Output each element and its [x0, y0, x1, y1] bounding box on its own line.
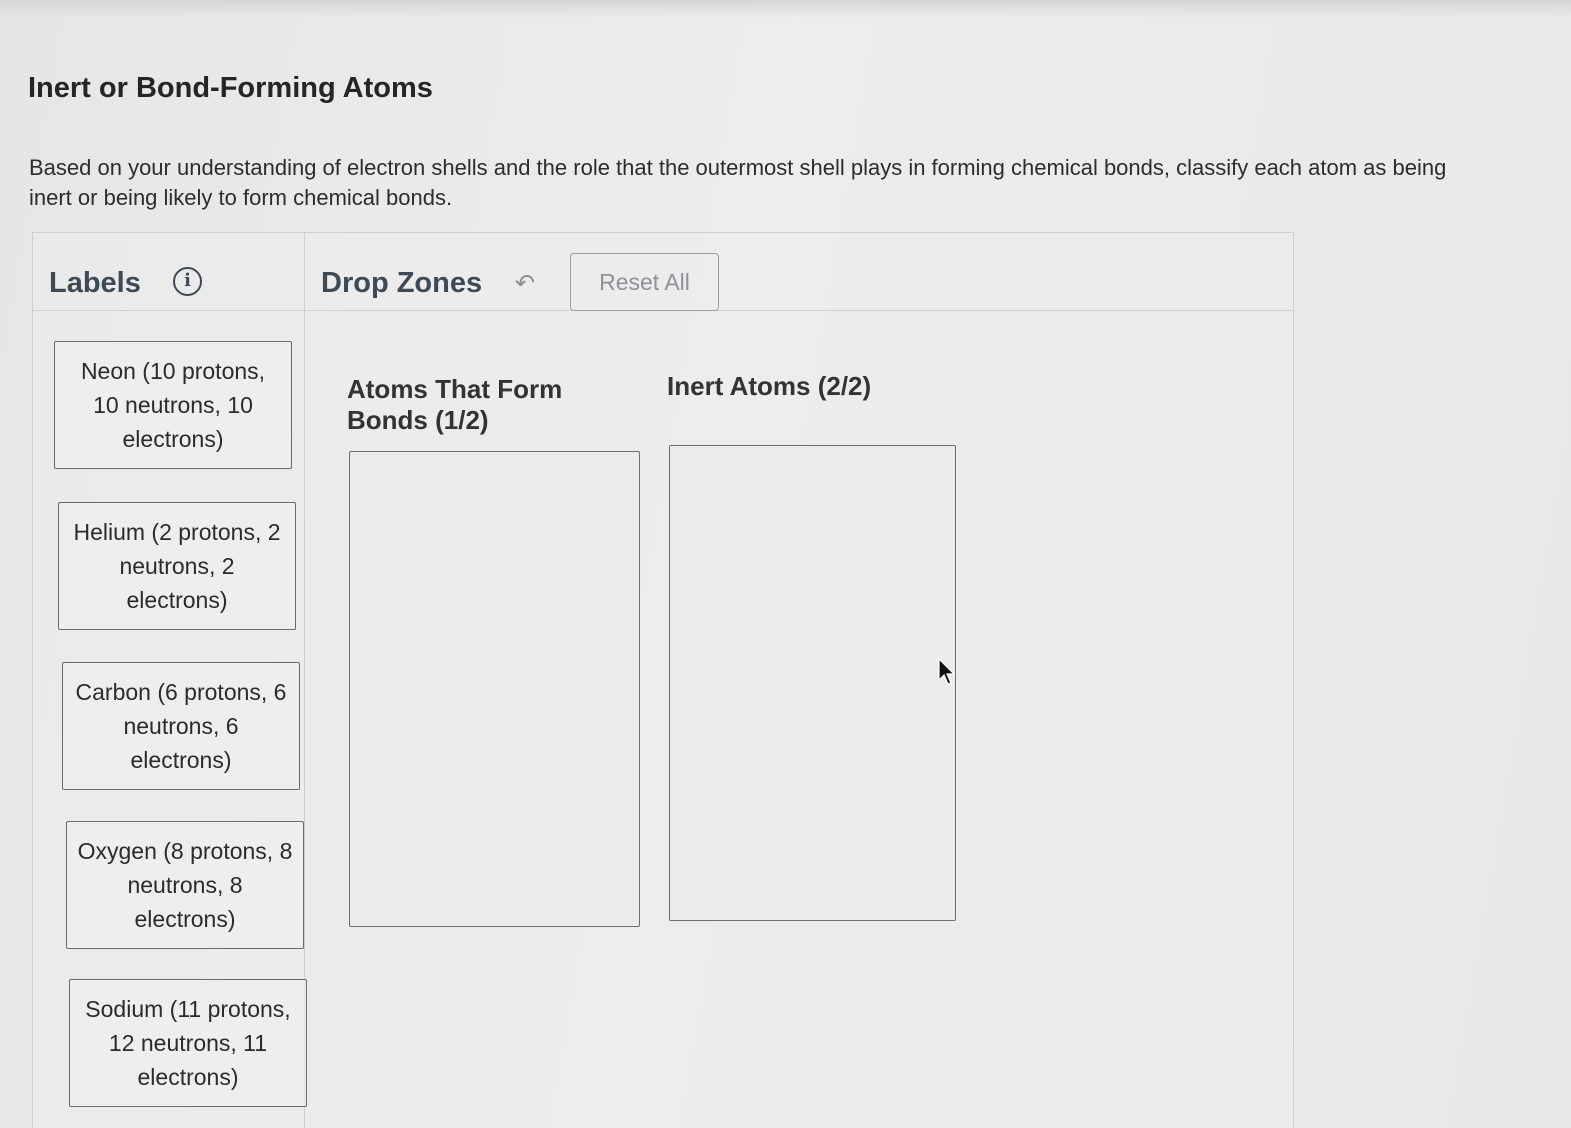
undo-icon[interactable]: ↶: [515, 269, 535, 298]
label-card-helium[interactable]: Helium (2 protons, 2 neutrons, 2 electro…: [58, 502, 296, 630]
mouse-cursor-icon: [938, 658, 956, 685]
drop-zones-heading: Drop Zones: [321, 267, 483, 299]
reset-all-button[interactable]: Reset All: [570, 253, 719, 311]
top-shade: [0, 0, 1571, 18]
drop-zone-inert[interactable]: [669, 445, 956, 921]
label-card-oxygen[interactable]: Oxygen (8 protons, 8 neutrons, 8 electro…: [66, 821, 304, 949]
labels-heading: Labels: [49, 267, 141, 299]
label-card-neon[interactable]: Neon (10 protons, 10 neutrons, 10 electr…: [54, 341, 292, 469]
page: Inert or Bond-Forming Atoms Based on you…: [0, 0, 1571, 1128]
drop-zone-form-bonds[interactable]: [349, 451, 640, 927]
zone-title-form-bonds: Atoms That Form Bonds (1/2): [347, 374, 563, 435]
instructions-text: Based on your understanding of electron …: [29, 155, 1447, 210]
label-card-carbon[interactable]: Carbon (6 protons, 6 neutrons, 6 electro…: [62, 662, 300, 790]
zone-title-inert: Inert Atoms (2/2): [667, 371, 872, 401]
labeling-panel: Labels i Drop Zones ↶ Reset All Neon (10…: [32, 232, 1294, 1128]
page-title: Inert or Bond-Forming Atoms: [28, 72, 433, 104]
label-card-sodium[interactable]: Sodium (11 protons, 12 neutrons, 11 elec…: [69, 979, 307, 1107]
info-icon[interactable]: i: [173, 267, 202, 296]
